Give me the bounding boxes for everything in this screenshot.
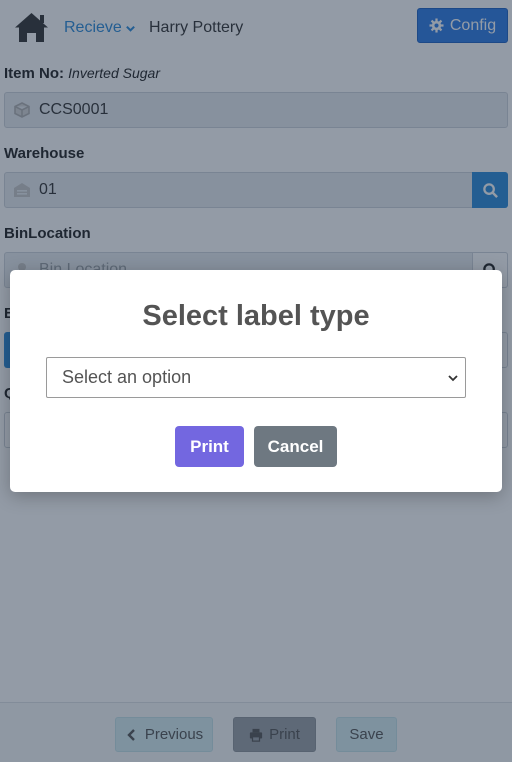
dialog-cancel-button[interactable]: Cancel xyxy=(254,426,337,467)
chevron-down-icon xyxy=(448,375,458,382)
label-type-select[interactable]: Select an option xyxy=(46,357,466,398)
label-type-select-value: Select an option xyxy=(62,367,192,387)
dialog-print-label: Print xyxy=(190,436,229,456)
dialog-cancel-label: Cancel xyxy=(267,436,324,456)
dialog-title: Select label type xyxy=(142,300,370,332)
dialog-print-button[interactable]: Print xyxy=(175,426,244,467)
select-label-type-dialog: Select label type Select an option Print… xyxy=(10,270,502,492)
app: Recieve Harry Pottery Config Item No: In… xyxy=(0,0,512,762)
